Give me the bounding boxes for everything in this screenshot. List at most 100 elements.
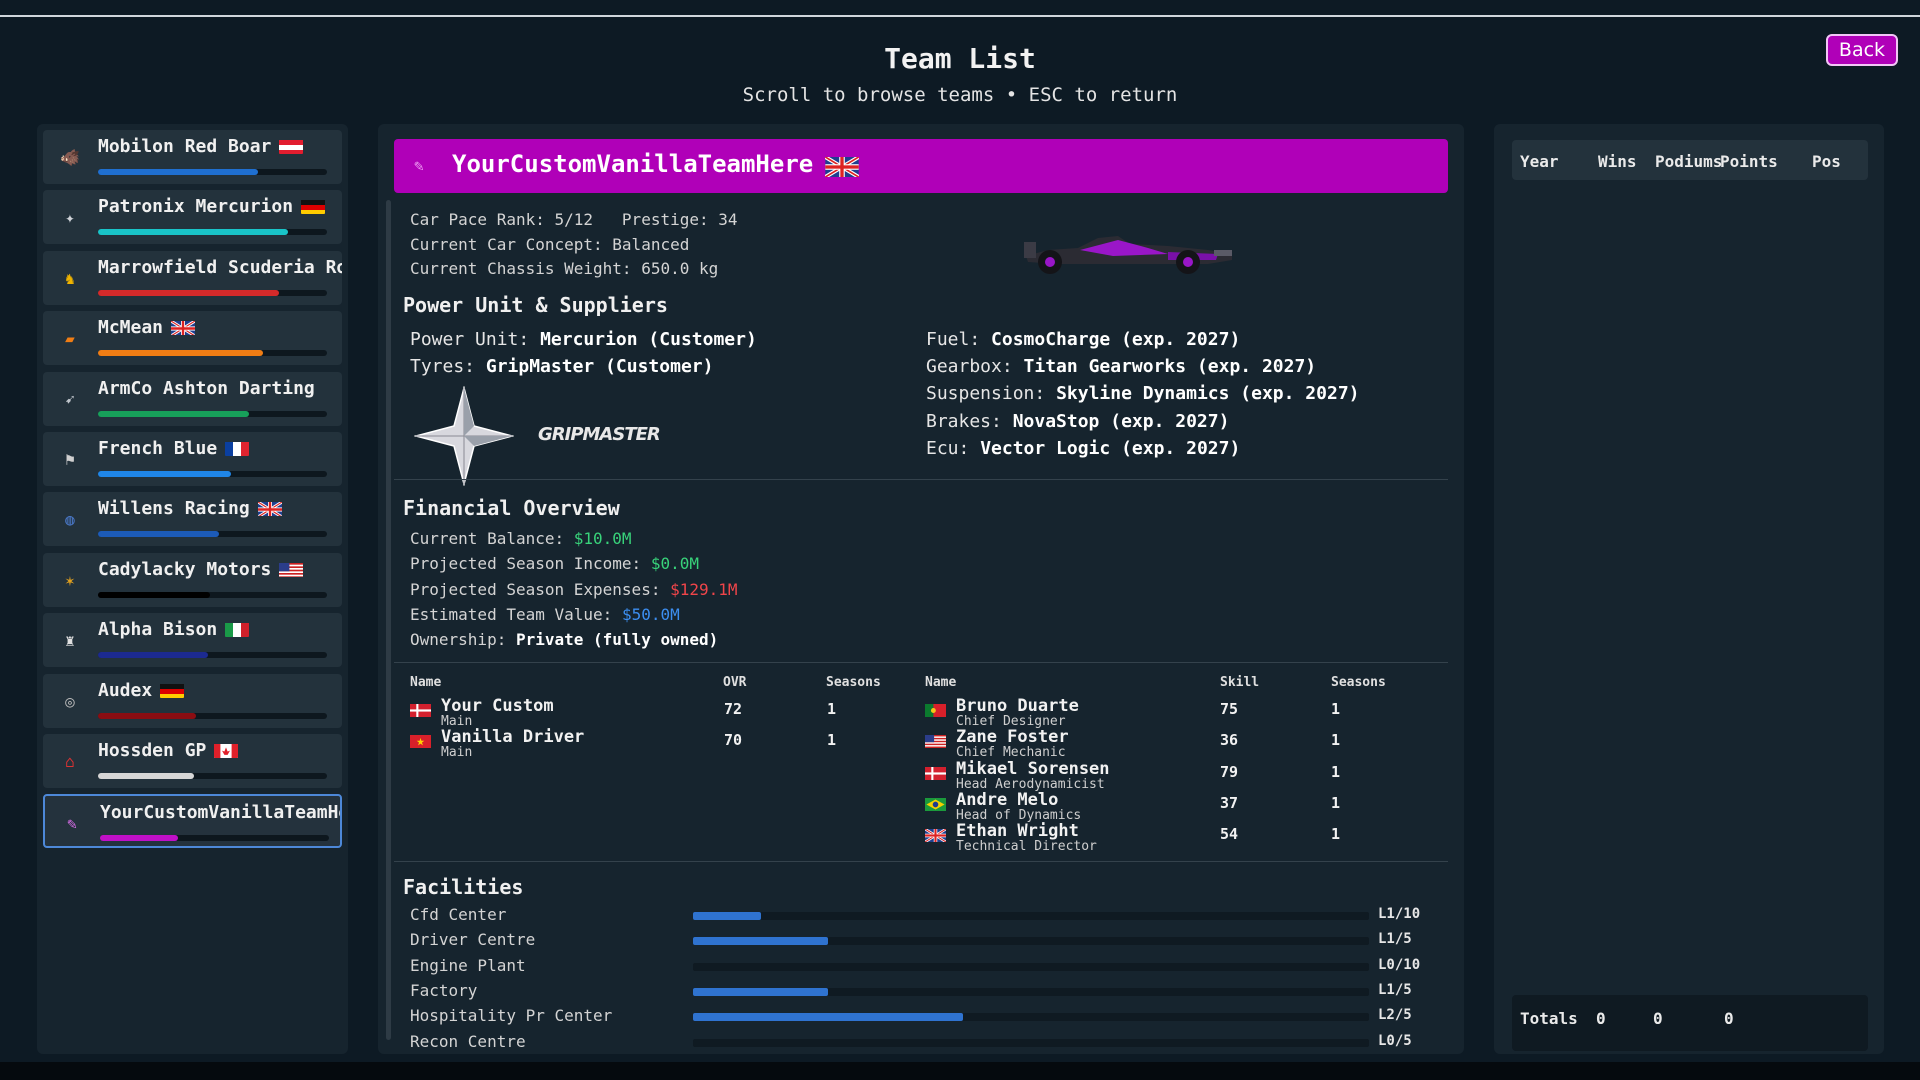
canada-flag-icon [214,743,239,758]
power-unit-section-title: Power Unit & Suppliers [403,293,668,317]
totals-points: 0 [1724,1009,1734,1028]
boar-logo-icon: 🐗 [60,148,80,167]
team-performance-bar [98,289,327,296]
team-value-line: Estimated Team Value: $50.0M [410,605,680,624]
driver-name[interactable]: Your Custom [441,696,554,716]
custom-logo-icon: ✎ [414,156,424,175]
facility-name: Cfd Center [410,905,507,924]
team-name: Mobilon Red Boar [98,136,304,157]
back-button[interactable]: Back [1826,34,1898,66]
facility-level-bar [693,1038,1369,1047]
staff-name[interactable]: Zane Foster [956,727,1069,747]
star-logo-icon: ✦ [65,208,75,228]
germany-flag-icon [301,199,326,215]
supplier-line: Gearbox: Titan Gearworks (exp. 2027) [926,356,1317,378]
team-performance-fill [98,531,220,538]
tyres-line: Tyres: GripMaster (Customer) [410,356,714,377]
staff-name[interactable]: Mikael Sorensen [956,759,1110,779]
team-list-item[interactable]: ✶ Cadylacky Motors [43,552,342,607]
staff-skill: 54 [1220,825,1239,844]
team-list-item[interactable]: ◍ Willens Racing [43,492,342,547]
team-list-item[interactable]: ✎ YourCustomVanillaTeamHe [43,794,342,849]
team-list-item[interactable]: ♜ Alpha Bison [43,613,342,668]
w-logo-icon: ◍ [65,510,75,530]
team-list-item[interactable]: ▰ McMean [43,311,342,366]
team-detail-panel[interactable]: ✎ YourCustomVanillaTeamHere Car Pace Ran… [378,124,1464,1054]
history-header-wins: Wins [1598,152,1637,171]
team-performance-fill [98,773,195,779]
page-title: Team List [884,42,1036,75]
section-divider [394,479,1448,480]
section-divider [394,861,1448,862]
facility-level-bar [693,962,1369,971]
history-header-year: Year [1520,152,1559,171]
selected-team-name: YourCustomVanillaTeamHere [452,150,814,178]
history-header-points: Points [1720,152,1778,171]
team-performance-bar [98,410,327,417]
usa-flag-icon [925,733,946,749]
detail-scrollbar[interactable] [386,200,391,1040]
team-performance-bar [100,835,329,842]
facility-name: Hospitality Pr Center [410,1006,613,1026]
supplier-line: Ecu: Vector Logic (exp. 2027) [926,437,1241,459]
rings-logo-icon: ◎ [65,691,75,711]
driver-ovr: 70 [724,731,743,750]
team-performance-fill [98,591,211,598]
team-list-item[interactable]: ➹ ArmCo Ashton Darting [43,371,342,426]
expenses-line: Projected Season Expenses: $129.1M [410,580,738,599]
staff-skill: 37 [1220,793,1239,812]
team-name: Marrowfield Scuderia Ro [98,256,342,278]
staff-name[interactable]: Bruno Duarte [956,696,1079,716]
staff-name[interactable]: Andre Melo [956,790,1058,810]
uk-flag-icon [257,501,282,517]
chassis-weight-line: Current Chassis Weight: 650.0 kg [410,259,719,278]
team-list-item[interactable]: 🐗 Mobilon Red Boar [43,130,342,184]
ownership-line: Ownership: Private (fully owned) [410,630,719,649]
uk-flag-icon [924,827,947,844]
top-divider [0,15,1920,17]
team-performance-fill [98,712,197,719]
staff-name[interactable]: Ethan Wright [956,821,1079,841]
team-name: Cadylacky Motors [98,559,304,580]
team-performance-bar [98,712,327,719]
team-name: Willens Racing [98,498,282,519]
pace-rank-line: Car Pace Rank: 5/12 Prestige: 34 [410,210,738,229]
wing-logo-icon: ➹ [65,389,75,409]
team-list-item[interactable]: ♞ Marrowfield Scuderia Ro [43,250,342,305]
facility-level-fill [693,912,761,920]
drivers-header-seasons: Seasons [826,675,881,690]
team-name: French Blue [98,438,250,459]
driver-seasons: 1 [827,700,837,718]
team-performance-bar [98,350,327,357]
supplier-line: Fuel: CosmoCharge (exp. 2027) [926,329,1241,350]
facility-level-label: L0/5 [1378,1032,1412,1049]
team-car-image [1024,236,1232,274]
team-name: Audex [98,680,185,701]
team-performance-fill [100,835,178,842]
custom-logo-icon: ✎ [67,814,77,834]
team-performance-fill [98,289,279,296]
team-list-panel[interactable]: 🐗 Mobilon Red Boar ✦ Patronix Mercurion ♞ Mar… [37,124,348,1054]
team-performance-bar [98,471,327,477]
driver-name[interactable]: Vanilla Driver [441,727,584,747]
team-list-item[interactable]: ✦ Patronix Mercurion [43,190,342,245]
history-panel: Year Wins Podiums Points Pos Totals 0 0 … [1494,124,1884,1054]
car-concept-line: Current Car Concept: Balanced [410,235,690,254]
staff-role: Technical Director [956,839,1097,855]
team-list-item[interactable]: ◎ Audex [43,673,342,728]
drivers-header-name: Name [410,675,442,690]
facility-level-fill [693,987,829,996]
facility-name: Recon Centre [410,1031,526,1051]
team-performance-fill [98,350,263,357]
team-list-item[interactable]: ⌂ Hossden GP [43,734,342,788]
facility-name: Factory [410,980,478,1000]
team-name: Patronix Mercurion [98,196,326,217]
facility-level-label: L0/10 [1378,956,1421,973]
team-list-item[interactable]: ⚑ French Blue [43,432,342,486]
bison-logo-icon: ♜ [65,631,75,651]
mcmean-logo-icon: ▰ [65,329,75,349]
facility-level-label: L1/5 [1378,931,1412,948]
supplier-line: Brakes: NovaStop (exp. 2027) [926,410,1230,432]
facility-level-bar [693,937,1369,946]
balance-line: Current Balance: $10.0M [410,529,632,548]
